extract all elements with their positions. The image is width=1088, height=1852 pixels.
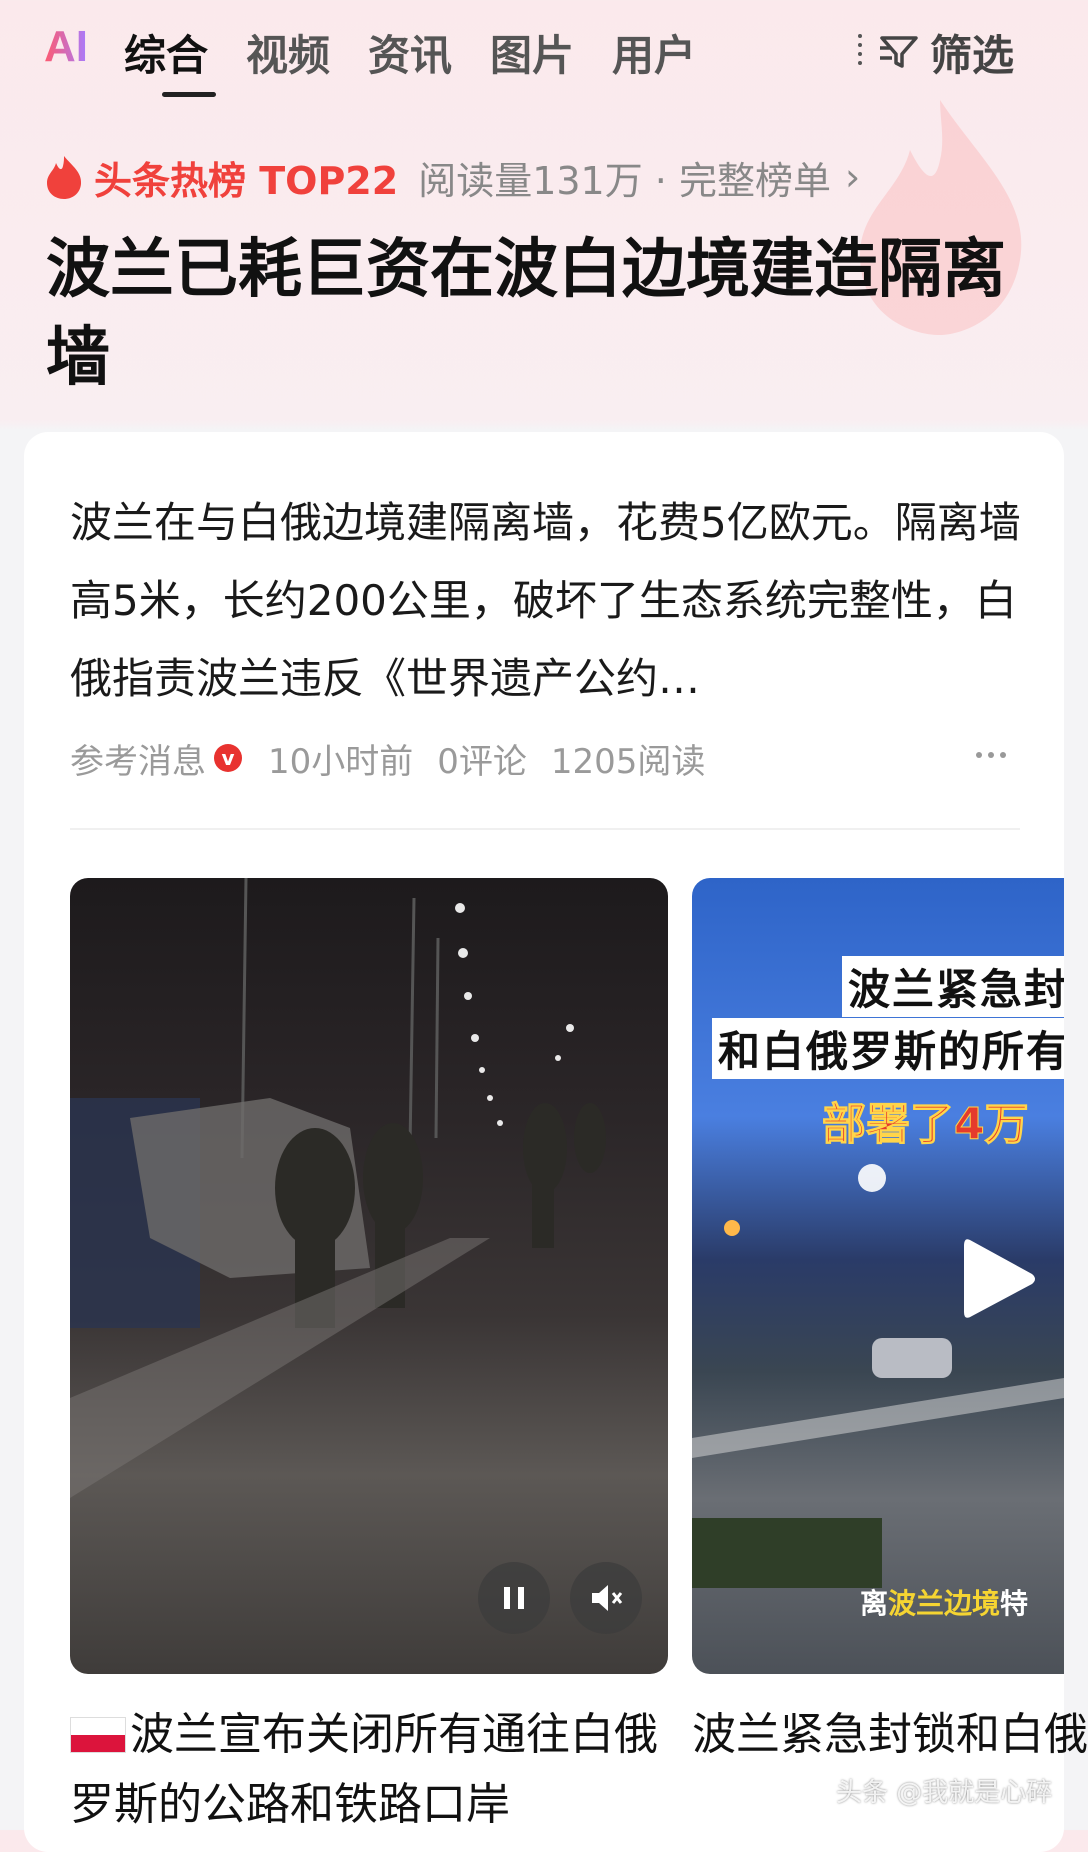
video-thumbnail[interactable]: [70, 878, 668, 1674]
tab-images[interactable]: 图片: [490, 22, 574, 83]
hot-rank-row[interactable]: 头条热榜 TOP22 阅读量131万 · 完整榜单 ›: [44, 150, 860, 204]
hot-rank-meta: 阅读量131万 · 完整榜单: [418, 158, 831, 203]
video-location-tag: 离波兰边境特: [860, 1587, 1029, 1620]
pause-icon: [504, 1587, 524, 1609]
poland-flag-icon: [70, 1717, 126, 1753]
active-tab-indicator: [162, 92, 216, 97]
video-overlay-text: 部署了4万: [822, 1099, 1030, 1151]
play-icon[interactable]: [960, 1234, 1040, 1324]
publish-time: 10小时前: [268, 741, 414, 782]
verified-icon: v: [214, 744, 242, 772]
page-title[interactable]: 波兰已耗巨资在波白边境建造隔离墙: [46, 226, 1046, 402]
chevron-right-icon: ›: [844, 155, 861, 199]
search-tab-bar: AI 综合 视频 资讯 图片 用户 筛选: [0, 0, 1088, 100]
filter-icon[interactable]: [878, 30, 920, 72]
ai-logo[interactable]: AI: [44, 22, 88, 72]
comment-count: 0评论: [437, 741, 527, 782]
tab-video[interactable]: 视频: [246, 22, 330, 83]
filter-button[interactable]: 筛选: [930, 22, 1014, 83]
article-meta: 参考消息 v 10小时前 0评论 1205阅读: [70, 734, 729, 782]
mute-icon: [592, 1585, 623, 1611]
street-scene-image: [70, 878, 606, 1498]
flame-icon: [47, 156, 82, 199]
hot-rank-badge: 头条热榜 TOP22: [94, 158, 399, 203]
more-options-icon[interactable]: [976, 752, 1006, 758]
mute-button[interactable]: [570, 1562, 642, 1634]
tab-comprehensive[interactable]: 综合: [124, 22, 208, 83]
tab-users[interactable]: 用户: [612, 22, 696, 83]
video-title[interactable]: 波兰宣布关闭所有通往白俄罗斯的公路和铁路口岸: [70, 1700, 670, 1840]
pause-button[interactable]: [478, 1562, 550, 1634]
divider: [70, 828, 1020, 830]
video-overlay-text: 和白俄罗斯的所有: [712, 1018, 1064, 1079]
video-thumbnail[interactable]: 波兰紧急封 和白俄罗斯的所有 部署了4万 离波兰边境特: [692, 878, 1064, 1674]
watermark: 头条 @我就是心碎: [836, 1778, 1053, 1808]
video-overlay-text: 波兰紧急封: [842, 956, 1064, 1017]
more-tabs-icon: [858, 34, 862, 68]
video-title[interactable]: 波兰紧急封锁和白俄罗斯的所有边境口岸，进: [692, 1700, 1088, 1770]
read-count: 1205阅读: [550, 741, 706, 782]
source-name[interactable]: 参考消息: [70, 734, 206, 783]
tab-news[interactable]: 资讯: [368, 22, 452, 83]
article-summary[interactable]: 波兰在与白俄边境建隔离墙，花费5亿欧元。隔离墙高5米，长约200公里，破坏了生态…: [70, 484, 1030, 718]
